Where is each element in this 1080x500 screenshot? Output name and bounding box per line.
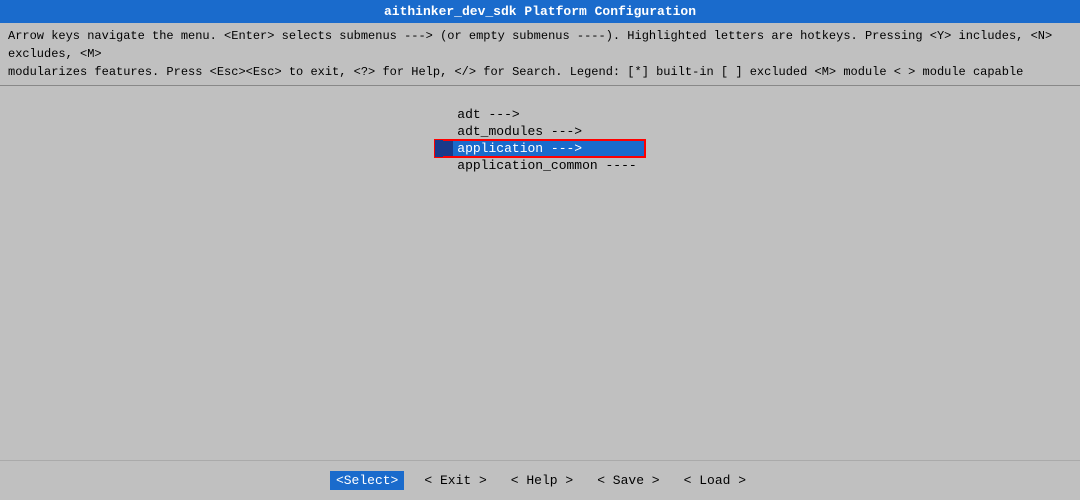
main-area: adt ---> adt_modules ---> application --… [0,86,1080,456]
bottom-bar: <Select> < Exit > < Help > < Save > < Load > [0,460,1080,500]
bottom-btn-4[interactable]: < Load > [680,471,750,490]
menu-item-0[interactable]: adt ---> [435,106,644,123]
bottom-btn-1[interactable]: < Exit > [420,471,490,490]
menu-item-1[interactable]: adt_modules ---> [435,123,644,140]
bottom-btn-2[interactable]: < Help > [507,471,577,490]
title-text: aithinker_dev_sdk Platform Configuration [384,4,696,19]
menu-panel: adt ---> adt_modules ---> application --… [435,106,644,174]
help-text: Arrow keys navigate the menu. <Enter> se… [0,23,1080,86]
menu-item-3[interactable]: application_common ---- [435,157,644,174]
bottom-btn-3[interactable]: < Save > [593,471,663,490]
help-line2: modularizes features. Press <Esc><Esc> t… [8,63,1072,81]
title-bar: aithinker_dev_sdk Platform Configuration [0,0,1080,23]
bottom-btn-0[interactable]: <Select> [330,471,404,490]
help-line1: Arrow keys navigate the menu. <Enter> se… [8,27,1072,63]
menu-item-2[interactable]: application ---> [435,140,644,157]
